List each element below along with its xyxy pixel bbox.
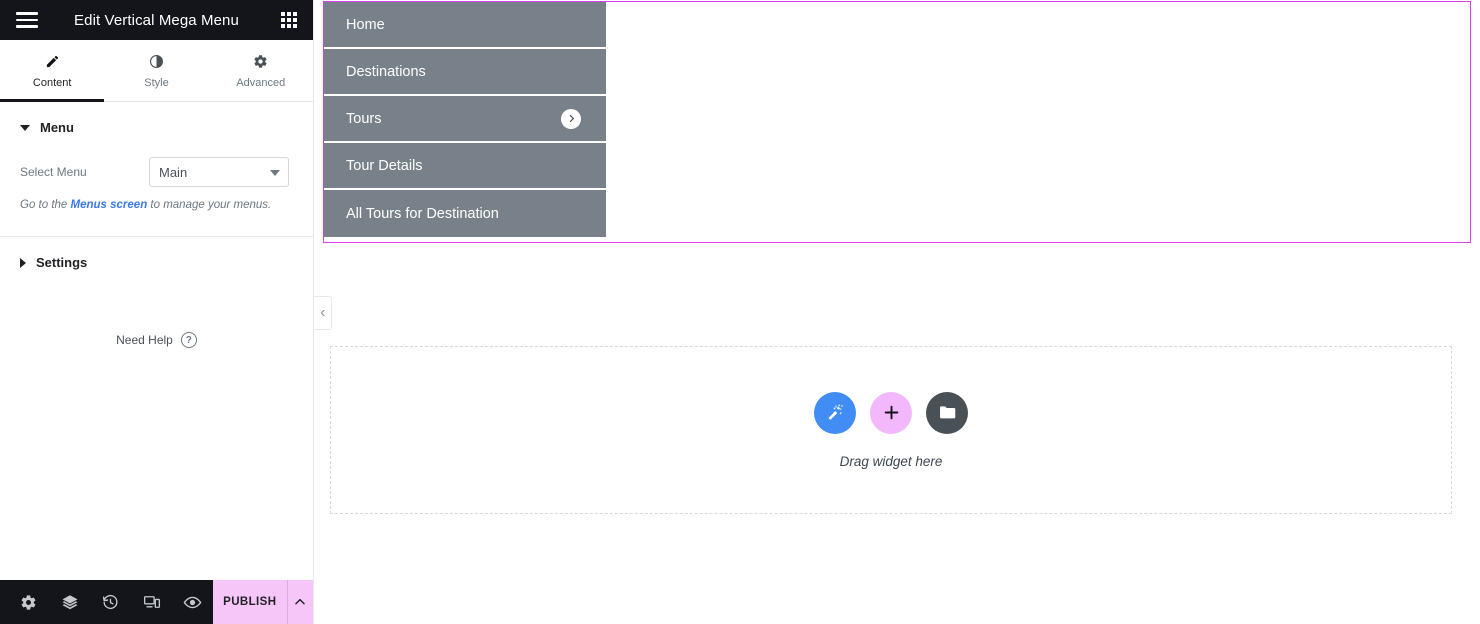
footer-tools: [0, 580, 213, 624]
pencil-icon: [45, 53, 60, 70]
tab-content[interactable]: Content: [0, 40, 105, 102]
template-library-button[interactable]: [926, 391, 968, 434]
page-title: Edit Vertical Mega Menu: [74, 11, 239, 29]
gear-icon: [253, 53, 268, 70]
caret-right-icon: [20, 257, 26, 268]
menu-item-destinations[interactable]: Destinations: [324, 49, 606, 96]
tab-content-label: Content: [32, 76, 72, 89]
editor-canvas: Home Destinations Tours Tour Details All…: [314, 0, 1480, 624]
menu-item-label: All Tours for Destination: [346, 205, 499, 222]
add-element-button[interactable]: [870, 391, 912, 434]
select-menu-control: Select Menu Main: [0, 155, 313, 189]
menu-item-label: Tour Details: [346, 157, 423, 174]
publish-button[interactable]: PUBLISH: [213, 580, 287, 624]
tab-style-label: Style: [144, 76, 169, 89]
section-menu-header[interactable]: Menu: [0, 102, 313, 149]
editor-panel: Edit Vertical Mega Menu Content Style Ad…: [0, 0, 314, 624]
chevron-up-icon[interactable]: [286, 580, 313, 624]
widgets-grid-icon[interactable]: [275, 0, 303, 40]
caret-down-icon: [20, 124, 30, 131]
note-suffix: to manage your menus.: [147, 199, 272, 211]
tab-advanced-label: Advanced: [236, 76, 286, 89]
hamburger-menu-icon[interactable]: [10, 0, 44, 40]
menu-item-label: Home: [346, 16, 385, 33]
tab-style[interactable]: Style: [104, 40, 208, 101]
question-circle-icon: ?: [180, 332, 197, 349]
widget-dropzone[interactable]: Drag widget here: [330, 346, 1452, 514]
vertical-mega-menu-widget[interactable]: Home Destinations Tours Tour Details All…: [324, 2, 606, 237]
dropzone-buttons: [814, 391, 968, 434]
half-circle-contrast-icon: [149, 53, 164, 70]
chevron-right-circle-icon[interactable]: [561, 108, 581, 129]
menu-item-label: Tours: [346, 110, 382, 127]
panel-footer: PUBLISH: [0, 580, 313, 624]
history-clock-icon[interactable]: [90, 580, 131, 624]
menu-item-tours[interactable]: Tours: [324, 96, 606, 143]
responsive-devices-icon[interactable]: [131, 580, 172, 624]
menu-item-all-tours-for-destination[interactable]: All Tours for Destination: [324, 190, 606, 237]
panel-collapse-handle[interactable]: [314, 296, 332, 330]
select-menu-wrapper: Main: [149, 157, 289, 187]
section-settings-header[interactable]: Settings: [0, 237, 313, 284]
note-prefix: Go to the: [20, 199, 71, 211]
section-menu-title: Menu: [40, 120, 74, 135]
panel-tabs: Content Style Advanced: [0, 40, 313, 102]
menu-item-home[interactable]: Home: [324, 2, 606, 49]
menus-screen-link[interactable]: Menus screen: [71, 199, 148, 211]
panel-body: Menu Select Menu Main Go to the Menus sc…: [0, 102, 313, 580]
ai-magic-wand-button[interactable]: [814, 391, 856, 434]
navigator-layers-icon[interactable]: [49, 580, 90, 624]
tab-advanced[interactable]: Advanced: [209, 40, 313, 101]
menu-item-tour-details[interactable]: Tour Details: [324, 143, 606, 190]
select-menu-dropdown[interactable]: Main: [149, 157, 289, 187]
section-settings-title: Settings: [36, 255, 88, 271]
elementor-editor: Edit Vertical Mega Menu Content Style Ad…: [0, 0, 1480, 624]
select-menu-label: Select Menu: [20, 165, 87, 179]
selected-section-outline[interactable]: Home Destinations Tours Tour Details All…: [323, 1, 1471, 243]
panel-header: Edit Vertical Mega Menu: [0, 0, 313, 40]
menu-item-label: Destinations: [346, 63, 426, 80]
need-help-link[interactable]: Need Help ?: [0, 332, 313, 349]
menus-screen-note: Go to the Menus screen to manage your me…: [0, 189, 313, 214]
need-help-label: Need Help: [116, 333, 173, 348]
preview-eye-icon[interactable]: [172, 580, 213, 624]
settings-gear-icon[interactable]: [8, 580, 49, 624]
dropzone-label: Drag widget here: [839, 453, 943, 469]
